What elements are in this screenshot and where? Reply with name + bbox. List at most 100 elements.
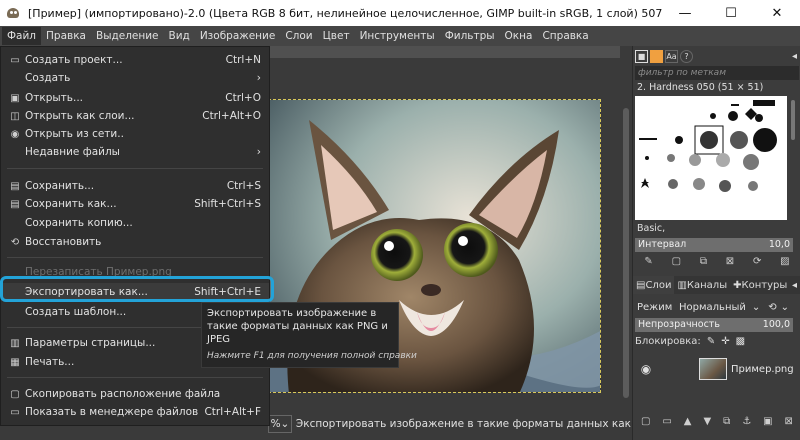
menu-view[interactable]: Вид — [164, 27, 195, 45]
zoom-dropdown[interactable]: % ⌄ — [268, 415, 292, 433]
page-setup-icon: ▥ — [10, 337, 20, 349]
brush-scrollbar[interactable] — [789, 96, 797, 220]
scrollbar-thumb[interactable] — [623, 108, 629, 398]
new-group-icon[interactable]: ▭ — [662, 416, 671, 434]
window-title: [Пример] (импортировано)-2.0 (Цвета RGB … — [28, 6, 662, 20]
fonts-tab-icon[interactable]: Aa — [665, 49, 678, 63]
menu-item-save-as[interactable]: ▤ Сохранить как... Shift+Ctrl+S — [1, 195, 269, 213]
menu-color[interactable]: Цвет — [318, 27, 355, 45]
new-brush-icon[interactable]: ▢ — [672, 256, 681, 270]
layer-item[interactable]: ◉ Пример.png — [635, 352, 799, 386]
menu-layers[interactable]: Слои — [280, 27, 317, 45]
menu-file[interactable]: Файл — [2, 27, 42, 45]
lock-alpha-icon[interactable]: ▩ — [736, 336, 745, 347]
visibility-eye-icon[interactable]: ◉ — [635, 362, 657, 376]
duplicate-layer-icon[interactable]: ⧉ — [723, 416, 730, 434]
chevron-down-icon: ⌄ — [280, 418, 290, 430]
mode-reset-icon[interactable]: ⟲ — [768, 302, 776, 313]
edit-brush-icon[interactable]: ✎ — [644, 256, 652, 270]
brush-preset[interactable]: Basic, — [635, 222, 799, 236]
menu-image[interactable]: Изображение — [195, 27, 281, 45]
chevron-down-icon[interactable]: ⌄ — [781, 302, 789, 313]
menu-filters[interactable]: Фильтры — [440, 27, 500, 45]
new-layer-icon[interactable]: ▢ — [641, 416, 650, 434]
menu-separator — [7, 257, 263, 258]
menu-edit[interactable]: Правка — [41, 27, 91, 45]
interval-slider[interactable]: Интервал 10,0 — [635, 238, 793, 252]
minimize-button[interactable]: — — [662, 0, 708, 26]
lower-layer-icon[interactable]: ▼ — [703, 416, 711, 434]
lock-pixels-icon[interactable]: ✎ — [707, 336, 715, 347]
mode-dropdown[interactable]: Нормальный ⌄ — [675, 302, 764, 313]
menu-bar: Файл Правка Выделение Вид Изображение Сл… — [0, 26, 800, 46]
right-dock: ■ Aa ? ◂ фильтр по меткам 2. Hardness 05… — [632, 46, 800, 440]
menu-separator — [7, 168, 263, 169]
tab-paths[interactable]: ✚ Контуры — [730, 276, 790, 294]
brush-to-image-icon[interactable]: ▨ — [780, 256, 789, 270]
raise-layer-icon[interactable]: ▲ — [684, 416, 692, 434]
interval-label: Интервал — [638, 239, 687, 250]
brush-grid[interactable] — [635, 96, 787, 220]
tab-layers[interactable]: ▤ Слои — [633, 276, 675, 294]
opacity-value: 100,0 — [762, 319, 790, 330]
delete-brush-icon[interactable]: ⊠ — [726, 256, 734, 270]
brush-thumbnails — [639, 100, 777, 192]
brush-filter-input[interactable]: фильтр по меткам — [635, 66, 799, 80]
menu-select[interactable]: Выделение — [91, 27, 164, 45]
menu-item-open-location[interactable]: ◉ Открыть из сети.. — [1, 125, 269, 143]
print-icon: ▦ — [10, 356, 20, 368]
globe-icon: ◉ — [10, 128, 20, 140]
file-menu: ▭ Создать проект... Ctrl+N Создать › ▣ О… — [0, 46, 270, 426]
refresh-brushes-icon[interactable]: ⟳ — [753, 256, 761, 270]
tab-channels[interactable]: ▥ Каналы — [674, 276, 730, 294]
menu-item-new[interactable]: ▭ Создать проект... Ctrl+N — [1, 51, 269, 69]
title-bar: [Пример] (импортировано)-2.0 (Цвета RGB … — [0, 0, 800, 26]
brushes-tab-icon[interactable]: ■ — [635, 49, 648, 63]
close-button[interactable]: ✕ — [754, 0, 800, 26]
duplicate-brush-icon[interactable]: ⧉ — [700, 256, 707, 270]
brush-name: 2. Hardness 050 (51 × 51) — [637, 82, 764, 93]
layer-name: Пример.png — [731, 363, 794, 375]
anchor-icon[interactable]: ⚓ — [742, 416, 751, 434]
layer-thumbnail — [699, 358, 727, 380]
gimp-window: [Пример] (импортировано)-2.0 (Цвета RGB … — [0, 0, 800, 440]
menu-item-show-in-file-manager[interactable]: ▭ Показать в менеджере файлов Ctrl+Alt+F — [1, 403, 269, 421]
delete-layer-icon[interactable]: ⊠ — [785, 416, 793, 434]
help-tab-icon[interactable]: ? — [680, 49, 693, 63]
lock-row: Блокировка: ✎ ✛ ▩ — [635, 336, 745, 347]
open-icon: ▣ — [10, 92, 20, 104]
scrollbar-thumb[interactable] — [791, 100, 795, 140]
menu-item-recent[interactable]: Недавние файлы › — [1, 143, 269, 161]
tooltip: Экспортировать изображение в такие форма… — [201, 302, 417, 368]
patterns-tab-icon[interactable] — [650, 49, 663, 63]
menu-item-revert[interactable]: ⟲ Восстановить — [1, 233, 269, 251]
menu-item-open-as-layers[interactable]: ◫ Открыть как слои... Ctrl+Alt+O — [1, 107, 269, 125]
dock-menu-icon[interactable]: ◂ — [792, 280, 797, 291]
save-icon: ▤ — [10, 180, 20, 192]
lock-position-icon[interactable]: ✛ — [721, 336, 729, 347]
menu-item-save-copy[interactable]: Сохранить копию... — [1, 214, 269, 232]
save-as-icon: ▤ — [10, 198, 20, 210]
menu-item-create[interactable]: Создать › — [1, 69, 269, 87]
menu-help[interactable]: Справка — [537, 27, 593, 45]
tooltip-text: Экспортировать изображение в такие форма… — [207, 308, 388, 345]
maximize-button[interactable]: ☐ — [708, 0, 754, 26]
brush-actions: ✎ ▢ ⧉ ⊠ ⟳ ▨ — [635, 256, 799, 270]
menu-separator — [7, 377, 263, 378]
opacity-slider[interactable]: Непрозрачность 100,0 — [635, 318, 793, 332]
menu-item-copy-location[interactable]: ▢ Скопировать расположение файла — [1, 385, 269, 403]
mode-row: Режим Нормальный ⌄ ⟲ ⌄ — [635, 298, 799, 316]
chevron-right-icon: › — [256, 146, 261, 158]
menu-item-open[interactable]: ▣ Открыть... Ctrl+O — [1, 89, 269, 107]
chevron-right-icon: › — [256, 72, 261, 84]
tooltip-hint: Нажмите F1 для получения полной справки — [207, 351, 417, 361]
canvas-vertical-scrollbar[interactable] — [620, 100, 632, 406]
dock-menu-icon[interactable]: ◂ — [792, 51, 797, 62]
opacity-label: Непрозрачность — [638, 319, 720, 330]
mask-icon[interactable]: ▣ — [763, 416, 772, 434]
menu-tools[interactable]: Инструменты — [355, 27, 440, 45]
menu-item-save[interactable]: ▤ Сохранить... Ctrl+S — [1, 177, 269, 195]
layers-dock-tabs: ▤ Слои ▥ Каналы ✚ Контуры ◂ — [633, 276, 800, 294]
menu-windows[interactable]: Окна — [500, 27, 538, 45]
mode-label: Режим — [637, 301, 673, 313]
